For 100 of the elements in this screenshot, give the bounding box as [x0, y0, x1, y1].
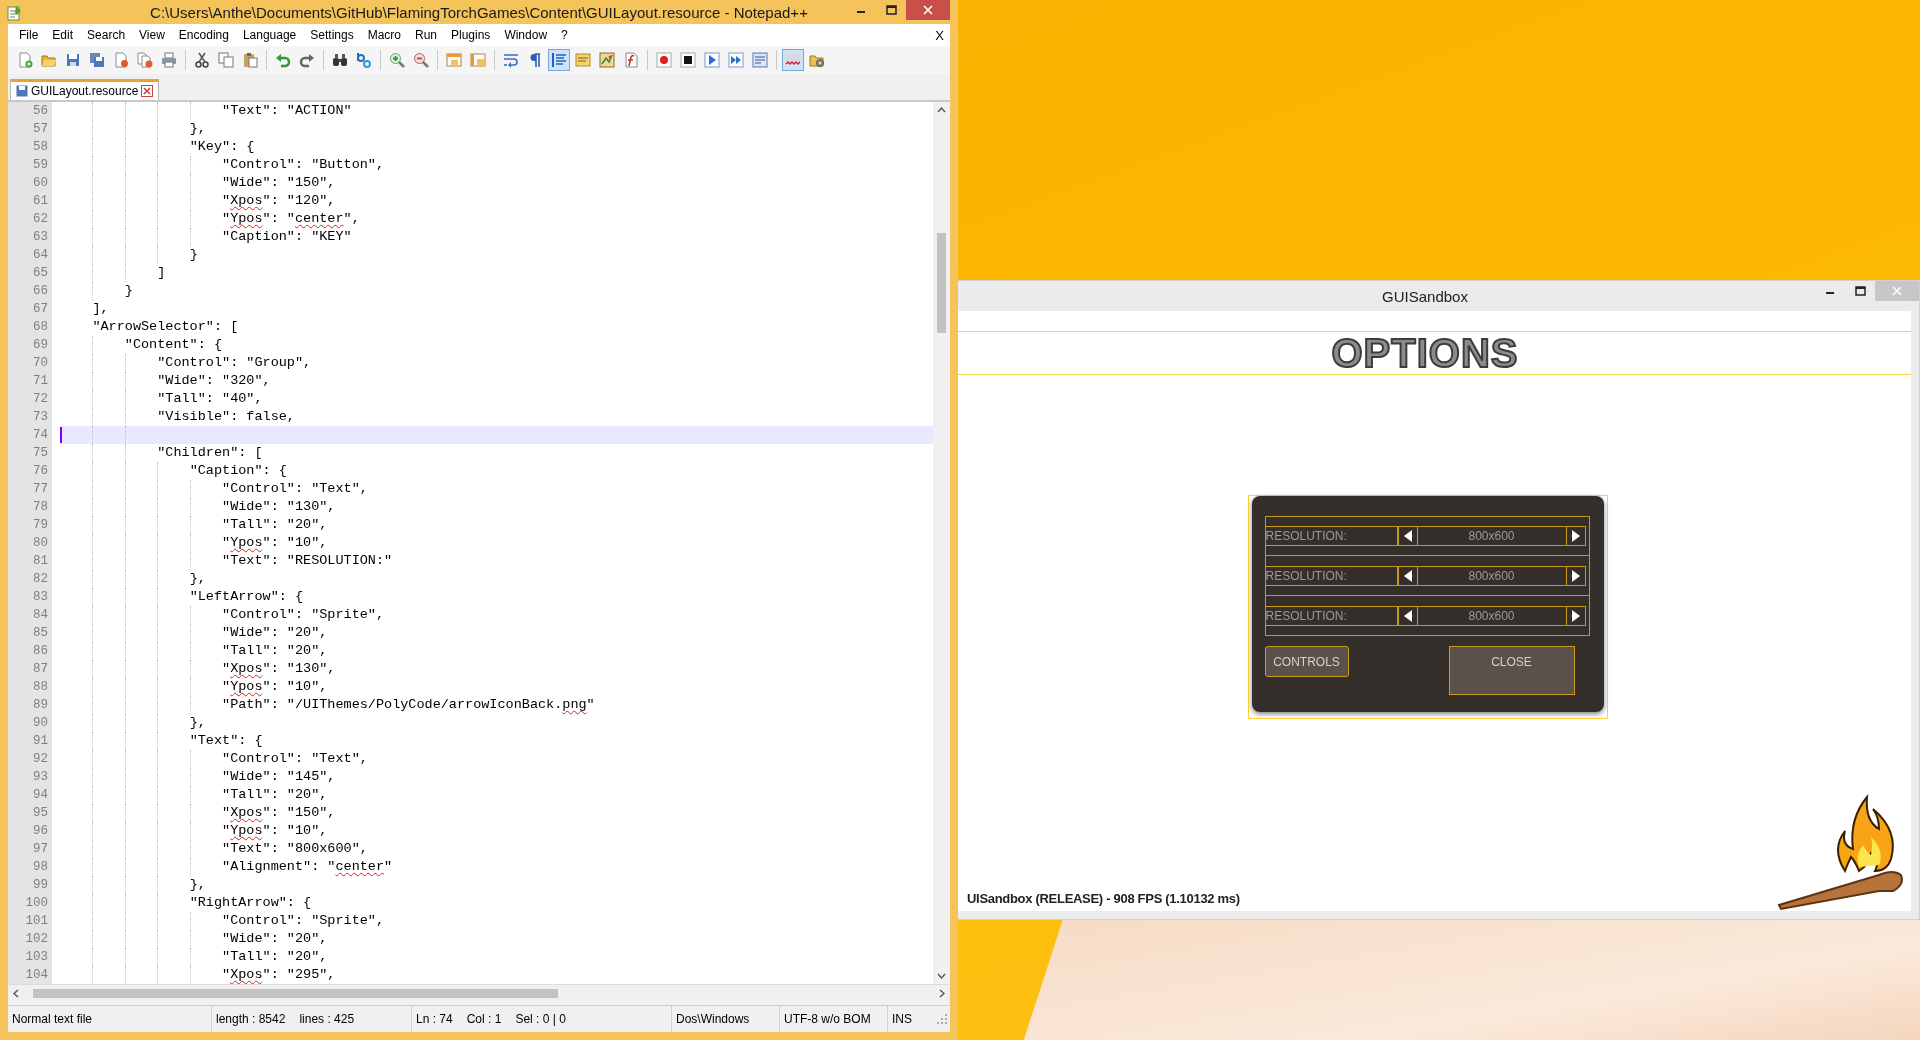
map-icon	[599, 52, 615, 68]
close-all-icon	[137, 52, 153, 68]
document-icon	[575, 52, 591, 68]
replace-icon	[356, 52, 372, 68]
line-number: 61	[8, 192, 52, 210]
menu-item[interactable]: Search	[80, 25, 133, 45]
line-number: 100	[8, 894, 52, 912]
code-line: "Control": "Button",	[222, 157, 385, 172]
insert-mode-text: INS	[892, 1012, 912, 1026]
line-number: 88	[8, 678, 52, 696]
line-number: 91	[8, 732, 52, 750]
file-tab[interactable]: GUILayout.resource	[10, 79, 160, 100]
menu-item[interactable]: Encoding	[171, 25, 236, 45]
menu-item[interactable]: Macro	[360, 25, 408, 45]
selector-value: 800x600	[1417, 526, 1566, 546]
sync-horizontal-icon	[470, 52, 486, 68]
scroll-up-icon[interactable]	[937, 107, 946, 113]
line-number: 68	[8, 318, 52, 336]
line-number: 74	[8, 426, 52, 444]
line-number: 85	[8, 624, 52, 642]
close-dialog-button[interactable]: CLOSE	[1448, 646, 1575, 695]
code-line: "Xpos": "130",	[222, 661, 336, 676]
line-number: 93	[8, 768, 52, 786]
code-line: "Tall": "20",	[222, 787, 328, 802]
right-arrow-button[interactable]	[1565, 526, 1586, 546]
function-icon	[623, 52, 639, 68]
file-type-text: Normal text file	[12, 1012, 93, 1026]
selector-caption: RESOLUTION:	[1265, 526, 1398, 546]
left-arrow-button[interactable]	[1397, 526, 1418, 546]
scrollbar-thumb[interactable]	[937, 233, 946, 333]
code-line: "Control": "Sprite",	[222, 607, 385, 622]
maximize-icon	[1854, 286, 1866, 296]
scrollbar-thumb[interactable]	[33, 989, 558, 998]
line-number: 86	[8, 642, 52, 660]
right-arrow-button[interactable]	[1565, 605, 1586, 626]
menu-item[interactable]: View	[132, 25, 172, 45]
line-number: 64	[8, 246, 52, 264]
right-triangle-icon	[1569, 568, 1582, 583]
close-icon	[923, 5, 933, 15]
options-heading: OPTIONS	[1331, 332, 1519, 374]
menu-item[interactable]: ?	[554, 25, 575, 45]
menu-item[interactable]: Language	[235, 25, 304, 45]
sync-vertical-icon	[446, 52, 462, 68]
code-line: "Ypos": "10",	[222, 679, 328, 694]
line-number: 97	[8, 840, 52, 858]
save-macro-icon	[752, 52, 768, 68]
code-line: "Tall": "20",	[222, 517, 328, 532]
column-text: Col : 1	[466, 1012, 502, 1026]
menu-item[interactable]: Edit	[45, 25, 81, 45]
save-all-icon	[89, 52, 105, 68]
word-wrap-icon	[503, 52, 519, 68]
code-line: "Key": {	[189, 139, 255, 154]
code-line: "Wide": "130",	[222, 499, 336, 514]
scroll-left-icon[interactable]	[13, 989, 19, 998]
plugin-icon	[809, 52, 825, 68]
right-arrow-button[interactable]	[1565, 565, 1586, 586]
left-arrow-button[interactable]	[1397, 605, 1418, 626]
line-number: 67	[8, 300, 52, 318]
line-number: 83	[8, 588, 52, 606]
line-count-text: lines : 425	[299, 1012, 355, 1026]
menu-item[interactable]: Settings	[303, 25, 361, 45]
code-line: },	[189, 877, 206, 892]
menu-item[interactable]: Window	[497, 25, 555, 45]
close-tab-icon[interactable]	[141, 85, 154, 97]
vertical-scrollbar[interactable]	[933, 102, 950, 984]
menu-item[interactable]: Run	[408, 25, 444, 45]
code-line: },	[189, 571, 206, 586]
line-number: 77	[8, 480, 52, 498]
indent-guide-icon	[551, 52, 567, 68]
line-number: 89	[8, 696, 52, 714]
line-number: 75	[8, 444, 52, 462]
resize-grip-icon[interactable]	[936, 1013, 948, 1025]
code-line: },	[189, 121, 206, 136]
left-arrow-button[interactable]	[1397, 565, 1418, 586]
notepad-icon	[6, 5, 22, 21]
line-number: 66	[8, 282, 52, 300]
close-document-button[interactable]: X	[929, 27, 950, 43]
code-line: "Text": "800x600",	[222, 841, 368, 856]
line-number: 72	[8, 390, 52, 408]
line-number: 62	[8, 210, 52, 228]
line-number: 102	[8, 930, 52, 948]
code-line: "Wide": "320",	[157, 373, 271, 388]
line-number: 81	[8, 552, 52, 570]
code-line: "Children": [	[157, 445, 263, 460]
scroll-right-icon[interactable]	[939, 989, 945, 998]
menu-item[interactable]: File	[12, 25, 46, 45]
line-number: 104	[8, 966, 52, 984]
binoculars-icon	[332, 52, 348, 68]
close-file-icon	[113, 52, 129, 68]
line-number: 78	[8, 498, 52, 516]
code-line: "Tall": "40",	[157, 391, 263, 406]
code-line: "ArrowSelector": [	[92, 319, 239, 334]
controls-button[interactable]: CONTROLS	[1264, 646, 1349, 677]
menu-item[interactable]: Plugins	[444, 25, 498, 45]
paste-icon	[242, 52, 258, 68]
play-icon	[704, 52, 720, 68]
open-folder-icon	[41, 52, 57, 68]
scroll-down-icon[interactable]	[937, 973, 946, 979]
toolbar-button[interactable]	[677, 49, 699, 71]
line-number: 101	[8, 912, 52, 930]
